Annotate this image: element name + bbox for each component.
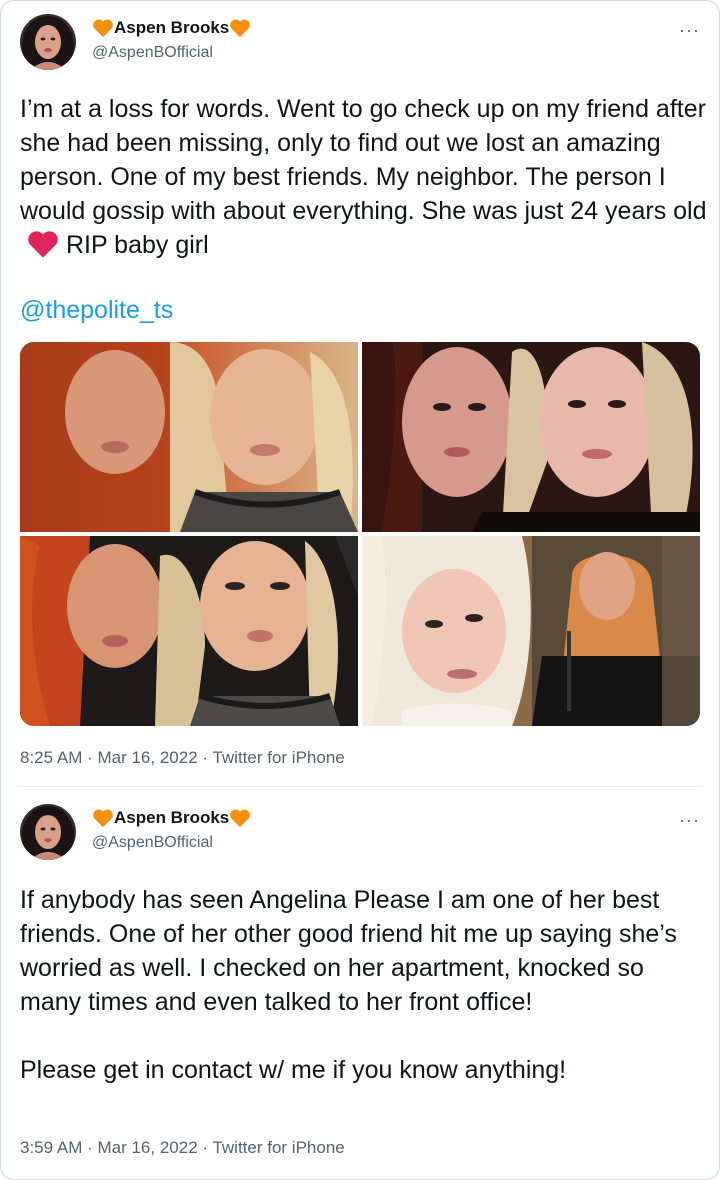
author-name[interactable]: Aspen Brooks: [114, 18, 229, 38]
author-handle[interactable]: @AspenBOfficial: [92, 44, 213, 62]
tweet-divider: [18, 786, 702, 787]
author-name-row[interactable]: Aspen Brooks: [92, 808, 251, 828]
red-heart-icon: [28, 231, 58, 258]
photo-2[interactable]: [362, 342, 700, 532]
photo-gallery[interactable]: [20, 342, 700, 726]
orange-heart-icon: [93, 809, 113, 828]
avatar[interactable]: [20, 14, 76, 70]
tweet-text: If anybody has seen Angelina Please I am…: [20, 886, 677, 1084]
orange-heart-icon: [230, 809, 251, 828]
photo-3[interactable]: [20, 536, 358, 726]
tweet-text: I’m at a loss for words. Went to go chec…: [20, 92, 710, 262]
orange-heart-icon: [230, 19, 251, 38]
photo-1[interactable]: [20, 342, 358, 532]
tweet-timestamp[interactable]: 3:59 AM · Mar 16, 2022 · Twitter for iPh…: [20, 1138, 345, 1158]
mention-link[interactable]: @thepolite_ts: [20, 296, 173, 325]
author-name[interactable]: Aspen Brooks: [114, 808, 229, 828]
tweet-timestamp[interactable]: 8:25 AM · Mar 16, 2022 · Twitter for iPh…: [20, 748, 345, 768]
photo-4[interactable]: [362, 536, 700, 726]
orange-heart-icon: [93, 19, 113, 38]
tweet-2[interactable]: Aspen Brooks @AspenBOfficial ··· If anyb…: [0, 790, 720, 1180]
tweet-text-part-2: RIP baby girl: [66, 231, 209, 259]
tweet-text-part-1: I’m at a loss for words. Went to go chec…: [20, 95, 707, 225]
avatar[interactable]: [20, 804, 76, 860]
more-options-icon[interactable]: ···: [679, 810, 700, 831]
author-handle[interactable]: @AspenBOfficial: [92, 834, 213, 852]
author-name-row[interactable]: Aspen Brooks: [92, 18, 251, 38]
tweet-1[interactable]: Aspen Brooks @AspenBOfficial ··· I’m at …: [0, 0, 720, 780]
more-options-icon[interactable]: ···: [679, 20, 700, 41]
